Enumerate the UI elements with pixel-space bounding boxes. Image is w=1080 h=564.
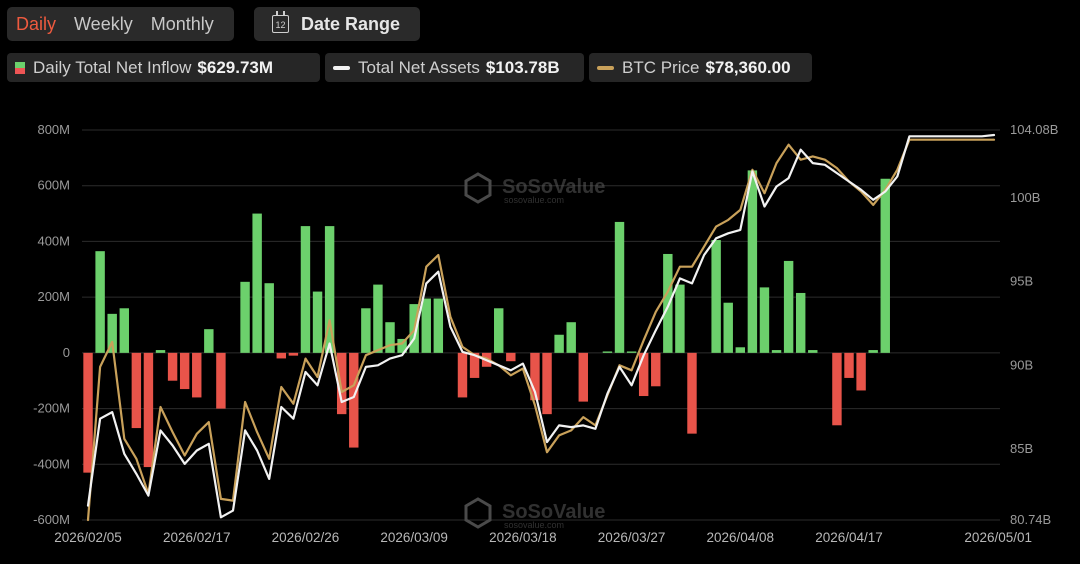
inflow-bar [723,302,733,353]
inflow-bar [868,350,878,353]
x-axis-tick: 2026/04/08 [707,530,775,545]
left-axis-labels: 800M 600M 400M 200M 0 -200M -400M -600M [33,122,70,527]
inflow-bar [276,352,287,359]
inflow-bar [95,251,105,353]
inflow-bar [264,283,274,353]
inflow-bar [747,170,758,353]
inflow-bar [119,308,129,353]
inflow-bar [626,351,637,353]
x-axis-tick: 2026/03/09 [380,530,448,545]
inflow-bar [651,352,661,387]
left-axis-tick: 0 [63,345,70,360]
inflow-bar [361,308,371,353]
inflow-bar [795,292,806,353]
inflow-bar [167,352,178,381]
x-axis-tick: 2026/05/01 [964,530,1032,545]
inflow-bar [578,352,588,402]
inflow-bar [675,284,685,353]
inflow-bar [300,226,311,353]
inflow-bar [83,352,93,473]
inflow-bar [131,352,142,429]
inflow-bar [735,347,746,353]
x-axis-labels: 2026/02/05 2026/02/17 2026/02/26 2026/03/09… [54,530,1032,545]
left-axis-tick: 400M [37,233,70,248]
inflow-bar [288,352,299,356]
right-axis-tick: 85B [1010,441,1033,456]
x-axis-tick: 2026/02/26 [272,530,340,545]
left-axis-tick: -600M [33,512,70,527]
inflow-bar [711,240,721,353]
inflow-bar [880,178,890,353]
inflow-bar [542,352,552,415]
left-axis-tick: -200M [33,401,70,416]
left-axis-tick: 600M [37,178,70,193]
left-axis-tick: -400M [33,456,70,471]
watermark: SoSoValue sosovalue.com SoSoValue sosova… [464,172,605,530]
inflow-bar [614,221,625,353]
inflow-bar [349,352,359,448]
x-axis-tick: 2026/02/17 [163,530,231,545]
right-axis-tick: 95B [1010,274,1033,289]
inflow-bar [506,352,516,362]
inflow-bar [216,352,226,409]
right-axis-tick: 90B [1010,357,1033,372]
inflow-bar [494,308,504,353]
inflow-bar [143,352,154,468]
inflow-bar [771,350,782,353]
inflow-bar [252,213,262,353]
inflow-bar [566,322,576,353]
inflow-bar [204,329,214,353]
right-axis-labels: 104.08B 100B 95B 90B 85B 80.74B [1010,122,1058,527]
inflow-bar [832,352,842,426]
inflow-bar [687,352,697,434]
inflow-bar [856,352,866,391]
right-axis-tick: 100B [1010,190,1040,205]
inflow-bar [240,281,250,353]
watermark-domain: sosovalue.com [504,520,564,530]
x-axis-tick: 2026/02/05 [54,530,122,545]
x-axis-tick: 2026/03/27 [598,530,666,545]
inflow-bar [808,350,818,353]
inflow-bar [385,322,395,353]
inflow-bar [759,287,770,353]
chart-area: SoSoValue sosovalue.com SoSoValue sosova… [33,122,1058,545]
inflow-bar [602,351,613,353]
right-axis-tick: 104.08B [1010,122,1058,137]
left-axis-tick: 200M [37,289,70,304]
inflow-bar [638,352,649,397]
x-axis-tick: 2026/03/18 [489,530,557,545]
inflow-bar [457,352,468,398]
inflow-bar [312,291,323,353]
inflow-bar [783,260,794,353]
inflow-bar [844,352,854,378]
inflow-bar [433,298,444,353]
inflow-bar [554,334,564,353]
inflow-bar [192,352,202,398]
inflow-bar [155,350,166,353]
watermark-domain: sosovalue.com [504,195,564,205]
left-axis-tick: 800M [37,122,70,137]
inflow-bar [373,284,383,353]
inflow-bar [179,352,190,390]
inflow-bar [421,298,431,353]
x-axis-tick: 2026/04/17 [815,530,883,545]
right-axis-tick: 80.74B [1010,512,1051,527]
inflow-bar [663,253,673,353]
